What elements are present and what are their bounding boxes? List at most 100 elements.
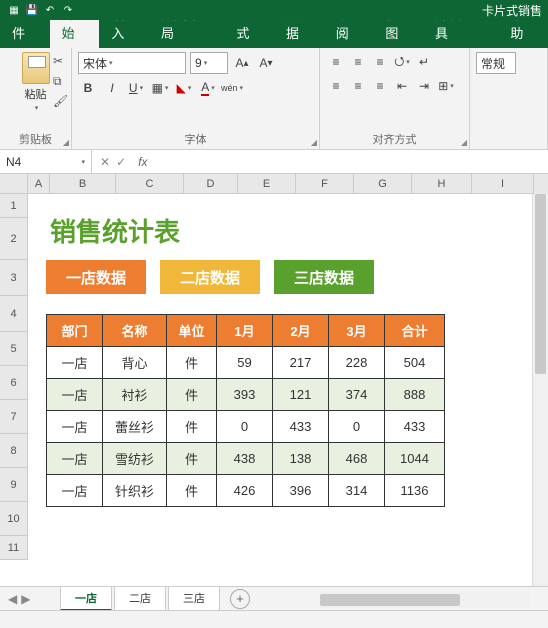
table-cell[interactable]: 314 xyxy=(329,475,385,507)
horizontal-scrollbar[interactable] xyxy=(320,592,530,608)
row-header[interactable]: 10 xyxy=(0,502,28,536)
scroll-thumb[interactable] xyxy=(535,194,546,374)
align-center-icon[interactable]: ≡ xyxy=(348,76,368,96)
copy-icon[interactable]: ⧉ xyxy=(53,74,67,88)
table-cell[interactable]: 1044 xyxy=(385,443,445,475)
table-cell[interactable]: 426 xyxy=(217,475,273,507)
store-tab-2[interactable]: 二店数据 xyxy=(160,260,260,294)
table-cell[interactable]: 件 xyxy=(167,475,217,507)
column-header[interactable]: D xyxy=(184,174,238,194)
table-cell[interactable]: 433 xyxy=(385,411,445,443)
sheet-tab[interactable]: 二店 xyxy=(114,586,166,611)
align-right-icon[interactable]: ≡ xyxy=(370,76,390,96)
table-cell[interactable]: 217 xyxy=(273,347,329,379)
table-cell[interactable]: 504 xyxy=(385,347,445,379)
table-cell[interactable]: 件 xyxy=(167,411,217,443)
fill-color-button[interactable]: ◣▾ xyxy=(174,78,194,98)
row-header[interactable]: 11 xyxy=(0,536,28,560)
decrease-font-icon[interactable]: A▾ xyxy=(256,53,276,73)
font-size-combo[interactable]: 9▾ xyxy=(190,52,228,74)
row-header[interactable]: 1 xyxy=(0,194,28,218)
save-icon[interactable]: 💾 xyxy=(26,4,38,16)
table-cell[interactable]: 一店 xyxy=(47,411,103,443)
column-header[interactable]: I xyxy=(472,174,534,194)
underline-button[interactable]: U▾ xyxy=(126,78,146,98)
number-format-combo[interactable]: 常规 xyxy=(476,52,516,74)
vertical-scrollbar[interactable] xyxy=(532,194,548,586)
align-left-icon[interactable]: ≡ xyxy=(326,76,346,96)
table-cell[interactable]: 件 xyxy=(167,379,217,411)
cancel-icon[interactable]: ✕ xyxy=(100,155,110,169)
align-bottom-icon[interactable]: ≡ xyxy=(370,52,390,72)
column-header[interactable]: A xyxy=(28,174,50,194)
row-header[interactable]: 3 xyxy=(0,260,28,296)
table-cell[interactable]: 一店 xyxy=(47,347,103,379)
store-tab-3[interactable]: 三店数据 xyxy=(274,260,374,294)
row-header[interactable]: 2 xyxy=(0,218,28,260)
indent-decrease-icon[interactable]: ⇤ xyxy=(392,76,412,96)
font-name-combo[interactable]: 宋体▾ xyxy=(78,52,186,74)
merge-icon[interactable]: ⊞▾ xyxy=(436,76,456,96)
table-cell[interactable]: 雪纺衫 xyxy=(103,443,167,475)
fx-icon[interactable]: fx xyxy=(134,155,151,169)
redo-icon[interactable]: ↷ xyxy=(62,4,74,16)
row-header[interactable]: 7 xyxy=(0,400,28,434)
indent-increase-icon[interactable]: ⇥ xyxy=(414,76,434,96)
name-box[interactable]: N4▾ xyxy=(0,150,92,173)
enter-icon[interactable]: ✓ xyxy=(116,155,126,169)
wrap-text-icon[interactable]: ↵ xyxy=(414,52,434,72)
increase-font-icon[interactable]: A▴ xyxy=(232,53,252,73)
sheet-tab[interactable]: 一店 xyxy=(60,586,112,611)
store-tab-1[interactable]: 一店数据 xyxy=(46,260,146,294)
column-header[interactable]: C xyxy=(116,174,184,194)
select-all-corner[interactable] xyxy=(0,174,28,194)
table-cell[interactable]: 433 xyxy=(273,411,329,443)
align-top-icon[interactable]: ≡ xyxy=(326,52,346,72)
format-painter-icon[interactable]: 🖌 xyxy=(53,94,67,108)
dialog-launcher-icon[interactable]: ◢ xyxy=(461,138,467,147)
table-cell[interactable]: 1136 xyxy=(385,475,445,507)
row-header[interactable]: 4 xyxy=(0,296,28,332)
table-cell[interactable]: 393 xyxy=(217,379,273,411)
table-cell[interactable]: 138 xyxy=(273,443,329,475)
table-cell[interactable]: 一店 xyxy=(47,379,103,411)
table-cell[interactable]: 374 xyxy=(329,379,385,411)
scroll-thumb[interactable] xyxy=(320,594,460,606)
row-header[interactable]: 8 xyxy=(0,434,28,468)
table-cell[interactable]: 59 xyxy=(217,347,273,379)
align-middle-icon[interactable]: ≡ xyxy=(348,52,368,72)
table-cell[interactable]: 0 xyxy=(217,411,273,443)
row-header[interactable]: 9 xyxy=(0,468,28,502)
next-sheet-icon[interactable]: ▶ xyxy=(21,592,30,606)
table-cell[interactable]: 针织衫 xyxy=(103,475,167,507)
table-cell[interactable]: 438 xyxy=(217,443,273,475)
table-cell[interactable]: 一店 xyxy=(47,443,103,475)
column-header[interactable]: H xyxy=(412,174,472,194)
sheet-tab[interactable]: 三店 xyxy=(168,586,220,611)
column-header[interactable]: G xyxy=(354,174,412,194)
cut-icon[interactable]: ✂ xyxy=(53,54,67,68)
table-cell[interactable]: 件 xyxy=(167,347,217,379)
italic-button[interactable]: I xyxy=(102,78,122,98)
row-header[interactable]: 6 xyxy=(0,366,28,400)
grid-content[interactable]: 销售统计表 一店数据 二店数据 三店数据 部门名称单位1月2月3月合计 一店背心… xyxy=(28,194,548,600)
dialog-launcher-icon[interactable]: ◢ xyxy=(311,138,317,147)
bold-button[interactable]: B xyxy=(78,78,98,98)
border-button[interactable]: ▦▾ xyxy=(150,78,170,98)
table-cell[interactable]: 衬衫 xyxy=(103,379,167,411)
orientation-icon[interactable]: ⭯▾ xyxy=(392,52,412,72)
table-cell[interactable]: 件 xyxy=(167,443,217,475)
prev-sheet-icon[interactable]: ◀ xyxy=(8,592,17,606)
undo-icon[interactable]: ↶ xyxy=(44,4,56,16)
column-header[interactable]: F xyxy=(296,174,354,194)
table-cell[interactable]: 888 xyxy=(385,379,445,411)
table-cell[interactable]: 0 xyxy=(329,411,385,443)
column-header[interactable]: E xyxy=(238,174,296,194)
table-cell[interactable]: 228 xyxy=(329,347,385,379)
table-cell[interactable]: 396 xyxy=(273,475,329,507)
table-cell[interactable]: 468 xyxy=(329,443,385,475)
table-cell[interactable]: 一店 xyxy=(47,475,103,507)
phonetic-button[interactable]: wén▾ xyxy=(222,78,242,98)
font-color-button[interactable]: A▾ xyxy=(198,78,218,98)
dialog-launcher-icon[interactable]: ◢ xyxy=(63,138,69,147)
